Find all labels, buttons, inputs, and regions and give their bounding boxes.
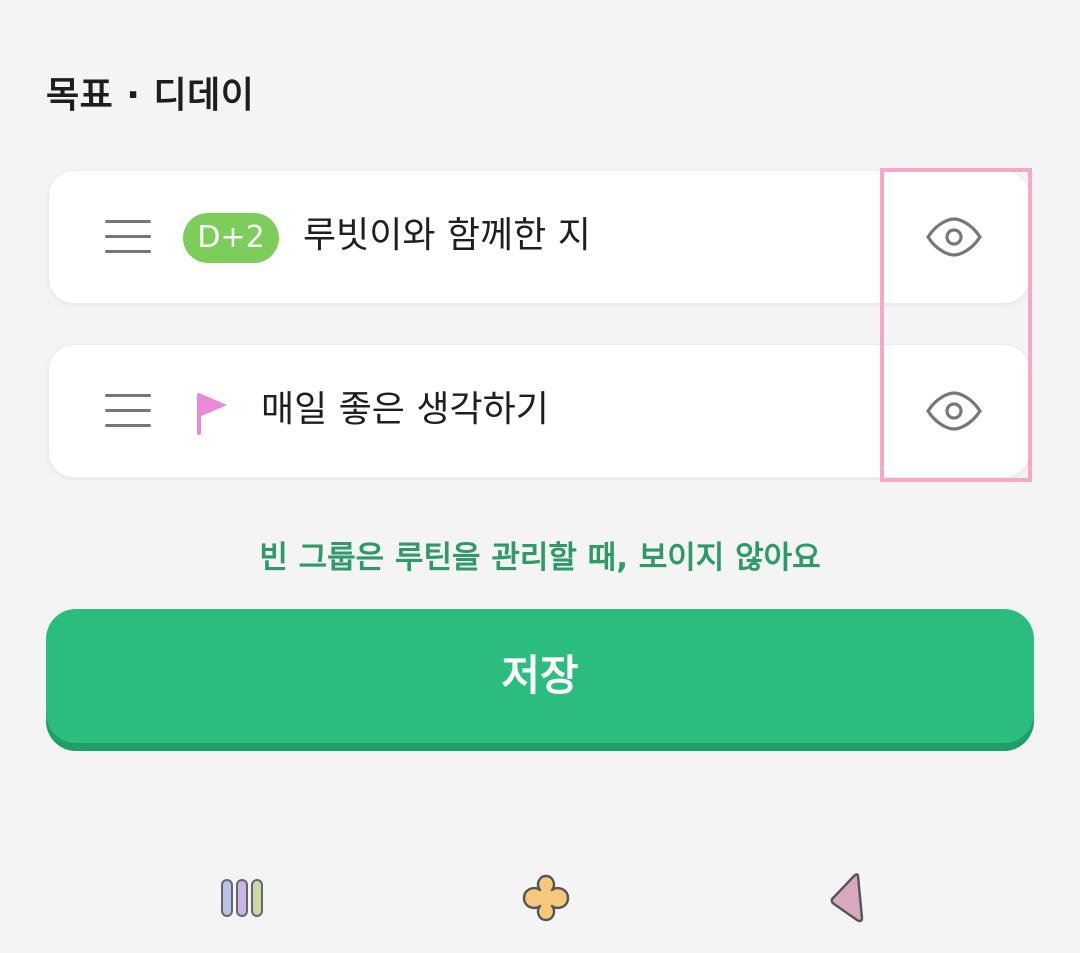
item-label: 루빗이와 함께한 지 — [303, 215, 591, 256]
save-button[interactable]: 저장 — [46, 609, 1034, 743]
triangle-icon[interactable] — [820, 868, 880, 928]
item-label: 매일 좋은 생각하기 — [261, 389, 549, 430]
drag-handle-icon[interactable] — [105, 391, 151, 431]
dday-badge: D+2 — [183, 213, 279, 263]
drag-handle-icon[interactable] — [105, 217, 151, 257]
goal-item-card[interactable]: D+2 루빗이와 함께한 지 — [48, 170, 1030, 304]
info-text: 빈 그룹은 루틴을 관리할 때, 보이지 않아요 — [259, 540, 821, 576]
goal-item-card[interactable]: 매일 좋은 생각하기 — [48, 344, 1030, 478]
clover-icon[interactable] — [516, 868, 576, 928]
eye-icon[interactable] — [925, 215, 983, 259]
section-title: 목표 · 디데이 — [46, 75, 255, 116]
bottom-nav — [0, 850, 1080, 930]
routine-bars-icon[interactable] — [212, 868, 272, 928]
eye-icon[interactable] — [925, 389, 983, 433]
flag-icon — [197, 393, 227, 435]
